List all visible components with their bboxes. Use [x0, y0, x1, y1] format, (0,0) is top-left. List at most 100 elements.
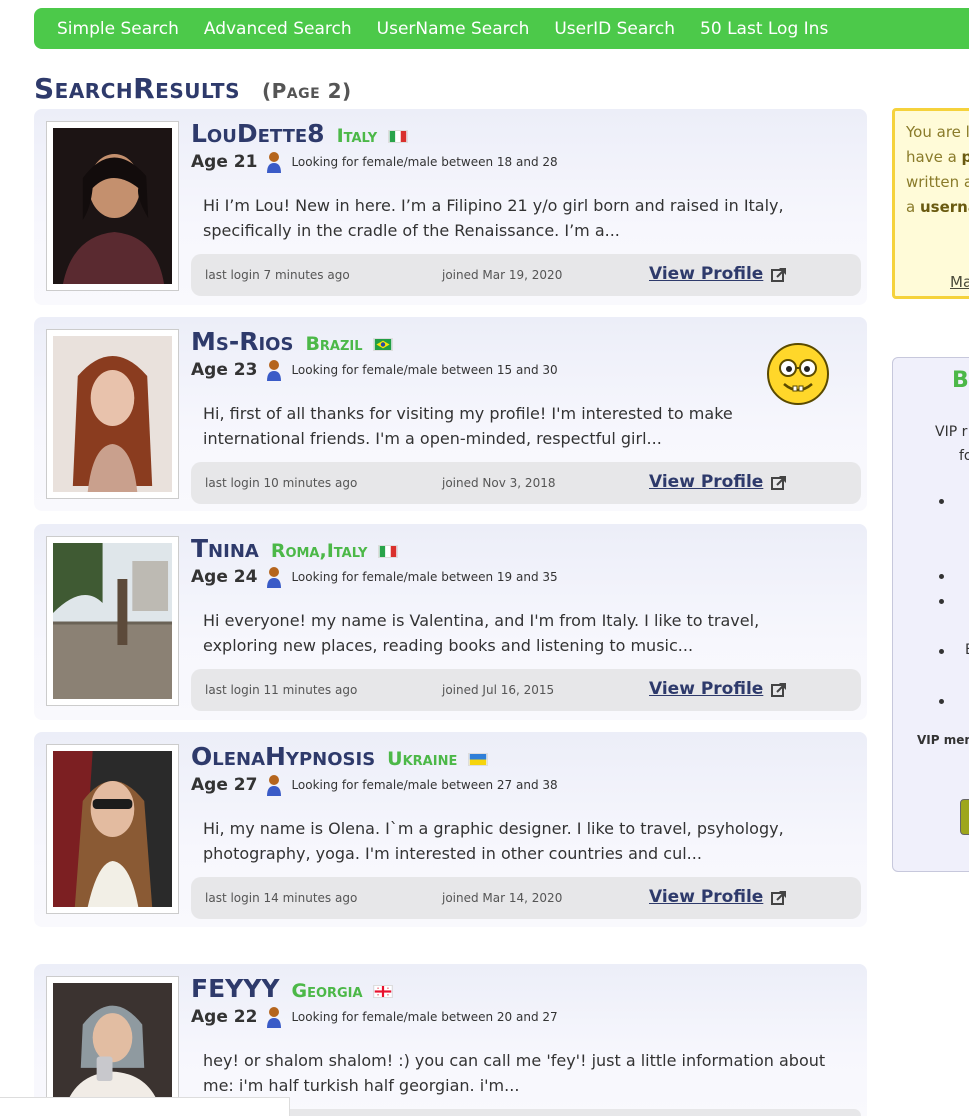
profile-photo[interactable] [46, 744, 179, 914]
profile-description: Hi I’m Lou! New in here. I’m a Filipino … [203, 196, 784, 240]
profile-photo-image [53, 983, 172, 1115]
external-link-icon[interactable] [771, 267, 787, 283]
looking-for-text: Looking for female/male between 20 and 2… [291, 1010, 558, 1024]
result-card: FEYYY Georgia Age 22 Looking for female/… [34, 964, 867, 1116]
notice-line-4: a userna [906, 195, 969, 220]
external-link-icon[interactable] [771, 682, 787, 698]
nav-userid-search[interactable]: UserID Search [554, 19, 675, 39]
profile-photo[interactable] [46, 329, 179, 499]
looking-for-text: Looking for female/male between 18 and 2… [291, 155, 558, 169]
country-label: Georgia [291, 980, 394, 1002]
country-text: Roma,Italy [270, 540, 368, 562]
bullet [939, 699, 944, 704]
person-icon [267, 152, 282, 173]
card-footer: last login 14 minutes ago joined Mar 14,… [191, 877, 861, 919]
page-title: SearchResults (Page 2) [34, 72, 352, 105]
view-profile-link[interactable]: View Profile [649, 887, 763, 907]
ukraine-flag-icon [467, 753, 488, 766]
joined-text: joined Nov 3, 2018 [442, 476, 556, 490]
last-login-text: last login 7 minutes ago [205, 268, 350, 282]
profile-description: hey! or shalom shalom! :) you can call m… [203, 1051, 826, 1095]
top-nav: Simple Search Advanced Search UserName S… [34, 8, 969, 49]
country-label: Roma,Italy [271, 540, 398, 562]
profile-photo[interactable] [46, 121, 179, 291]
result-card: OlenaHypnosis Ukraine Age 27 Looking for… [34, 732, 867, 927]
bullet [939, 649, 944, 654]
bullet [939, 499, 944, 504]
country-text: Georgia [291, 980, 363, 1002]
last-login-text: last login 11 minutes ago [205, 683, 358, 697]
external-link-icon[interactable] [771, 890, 787, 906]
nav-username-search[interactable]: UserName Search [377, 19, 530, 39]
age-label: Age 24 [191, 567, 258, 587]
name-line: FEYYY Georgia [191, 974, 394, 1003]
notice-line-2-text: have a [906, 148, 962, 166]
age-line: Age 23 Looking for female/male between 1… [191, 359, 558, 381]
nav-simple-search[interactable]: Simple Search [57, 19, 179, 39]
username-link[interactable]: LouDette8 [191, 119, 325, 148]
joined-text: joined Mar 19, 2020 [442, 268, 563, 282]
last-login-text: last login 10 minutes ago [205, 476, 358, 490]
page-number: (Page 2) [261, 79, 352, 103]
profile-description: Hi, first of all thanks for visiting my … [203, 404, 733, 448]
result-card: Ms-Rios Brazil Age 23 Looking for female… [34, 317, 867, 511]
vip-line-3: E [965, 642, 969, 658]
looking-for-text: Looking for female/male between 19 and 3… [291, 570, 558, 584]
card-footer [191, 1109, 861, 1116]
nav-advanced-search[interactable]: Advanced Search [204, 19, 352, 39]
country-label: Ukraine [387, 748, 488, 770]
view-profile-link[interactable]: View Profile [649, 264, 763, 284]
profile-photo-image [53, 751, 172, 907]
nav-notch [760, 0, 778, 8]
username-link[interactable]: Ms-Rios [191, 327, 293, 356]
age-line: Age 21 Looking for female/male between 1… [191, 151, 558, 173]
vip-footer-text: VIP mem [917, 733, 969, 747]
georgia-flag-icon [373, 985, 394, 998]
country-label: Italy [337, 125, 408, 147]
age-label: Age 22 [191, 1007, 258, 1027]
name-line: OlenaHypnosis Ukraine [191, 742, 488, 771]
vip-button[interactable] [960, 799, 969, 835]
view-profile-link[interactable]: View Profile [649, 679, 763, 699]
age-line: Age 22 Looking for female/male between 2… [191, 1006, 558, 1028]
notice-line-1: You are l [906, 123, 969, 141]
external-link-icon[interactable] [771, 475, 787, 491]
notice-line-2: have a p [906, 145, 969, 170]
vip-box: Br VIP r fo E VIP mem [892, 357, 969, 872]
search-results-title: SearchResults [34, 72, 240, 105]
vip-line-1: VIP r [935, 424, 968, 440]
profile-photo-image [53, 336, 172, 492]
username-link[interactable]: OlenaHypnosis [191, 742, 375, 771]
vip-line-2: fo [959, 448, 969, 464]
profile-description: Hi, my name is Olena. I`m a graphic desi… [203, 819, 784, 863]
nav-last-logins[interactable]: 50 Last Log Ins [700, 19, 828, 39]
country-text: Ukraine [387, 748, 458, 770]
brazil-flag-icon [373, 338, 394, 351]
card-footer: last login 7 minutes ago joined Mar 19, … [191, 254, 861, 296]
notice-link[interactable]: Ma [950, 270, 969, 295]
view-profile-link[interactable]: View Profile [649, 472, 763, 492]
looking-for-text: Looking for female/male between 27 and 3… [291, 778, 558, 792]
username-link[interactable]: FEYYY [191, 974, 279, 1003]
person-icon [267, 775, 282, 796]
profile-photo[interactable] [46, 536, 179, 706]
card-footer: last login 10 minutes ago joined Nov 3, … [191, 462, 861, 504]
profile-photo[interactable] [46, 976, 179, 1116]
result-card: LouDette8 Italy Age 21 Looking for femal… [34, 109, 867, 305]
age-line: Age 24 Looking for female/male between 1… [191, 566, 558, 588]
name-line: Ms-Rios Brazil [191, 327, 394, 356]
age-label: Age 23 [191, 360, 258, 380]
age-line: Age 27 Looking for female/male between 2… [191, 774, 558, 796]
notice-line-3: written a [906, 173, 969, 191]
name-line: Tnina Roma,Italy [191, 534, 398, 563]
vip-title: Br [952, 368, 969, 393]
bottom-strip [0, 1097, 290, 1116]
country-text: Italy [336, 125, 378, 147]
username-link[interactable]: Tnina [191, 534, 259, 563]
bullet [939, 599, 944, 604]
country-text: Brazil [305, 333, 363, 355]
person-icon [267, 567, 282, 588]
name-line: LouDette8 Italy [191, 119, 408, 148]
person-icon [267, 1007, 282, 1028]
age-label: Age 21 [191, 152, 258, 172]
